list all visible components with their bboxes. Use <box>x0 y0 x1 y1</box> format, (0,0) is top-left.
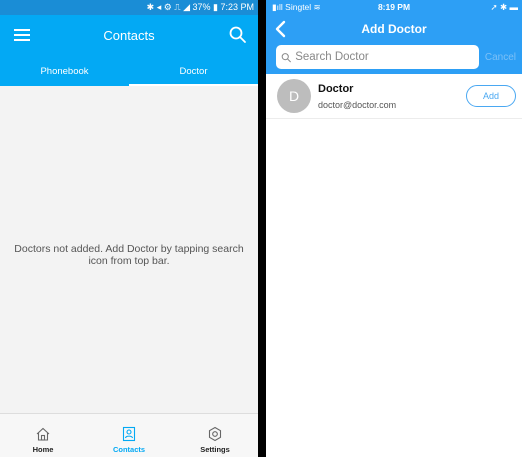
empty-state: Doctors not added. Add Doctor by tapping… <box>0 86 258 413</box>
status-indicators: ➚ ✱ ▬ <box>490 2 518 12</box>
doctor-email: doctor@doctor.com <box>318 99 397 110</box>
home-icon <box>36 427 50 441</box>
cancel-button[interactable]: Cancel <box>485 52 518 63</box>
tab-doctor[interactable]: Doctor <box>129 56 258 86</box>
status-time: 8:19 PM <box>377 2 411 12</box>
doctor-info: Doctor doctor@doctor.com <box>318 83 466 110</box>
list-item[interactable]: D Doctor doctor@doctor.com Add <box>266 74 522 119</box>
avatar: D <box>277 79 311 113</box>
empty-state-message: Doctors not added. Add Doctor by tapping… <box>14 242 244 267</box>
tab-doctor-label: Doctor <box>179 65 208 77</box>
tab-bar: Phonebook Doctor <box>0 56 258 86</box>
bottom-nav: Home Contacts Settings <box>0 413 258 457</box>
search-input[interactable] <box>295 51 479 63</box>
nav-item-settings[interactable]: Settings <box>172 414 258 457</box>
avatar-letter: D <box>288 88 300 104</box>
contacts-icon <box>122 426 136 442</box>
app-bar: Contacts <box>0 15 258 56</box>
nav-settings-label: Settings <box>200 445 230 454</box>
doctor-name: Doctor <box>318 82 354 95</box>
search-icon[interactable] <box>228 25 248 45</box>
status-bar: ✱ ◂ ⚙ ⎍ ◢ 37% ▮ 7:23 PM <box>0 0 258 15</box>
nav-home-label: Home <box>32 445 54 454</box>
search-bar: Cancel <box>266 42 522 74</box>
nav-item-contacts[interactable]: Contacts <box>86 414 172 457</box>
back-chevron-icon[interactable] <box>274 20 288 38</box>
tab-phonebook-label: Phonebook <box>40 65 89 77</box>
nav-bar: Add Doctor <box>266 15 522 42</box>
app-bar-title: Contacts <box>103 28 155 43</box>
search-icon <box>281 52 291 62</box>
status-bar-text: ✱ ◂ ⚙ ⎍ ◢ 37% ▮ 7:23 PM <box>146 2 254 12</box>
nav-item-home[interactable]: Home <box>0 414 86 457</box>
tab-phonebook[interactable]: Phonebook <box>0 56 129 86</box>
nav-contacts-label: Contacts <box>112 445 146 454</box>
page-title: Add Doctor <box>361 21 427 36</box>
canvas: ✱ ◂ ⚙ ⎍ ◢ 37% ▮ 7:23 PM Contacts Phonebo… <box>0 0 522 457</box>
menu-icon[interactable] <box>14 29 30 41</box>
status-bar: ▮ıll Singtel ≋ 8:19 PM ➚ ✱ ▬ <box>266 0 522 15</box>
add-doctor-button[interactable]: Add <box>466 85 516 107</box>
ios-add-doctor-screen: ▮ıll Singtel ≋ 8:19 PM ➚ ✱ ▬ Add Doctor … <box>266 0 522 457</box>
android-contacts-screen: ✱ ◂ ⚙ ⎍ ◢ 37% ▮ 7:23 PM Contacts Phonebo… <box>0 0 258 457</box>
search-box[interactable] <box>276 45 479 69</box>
settings-icon <box>208 426 222 442</box>
